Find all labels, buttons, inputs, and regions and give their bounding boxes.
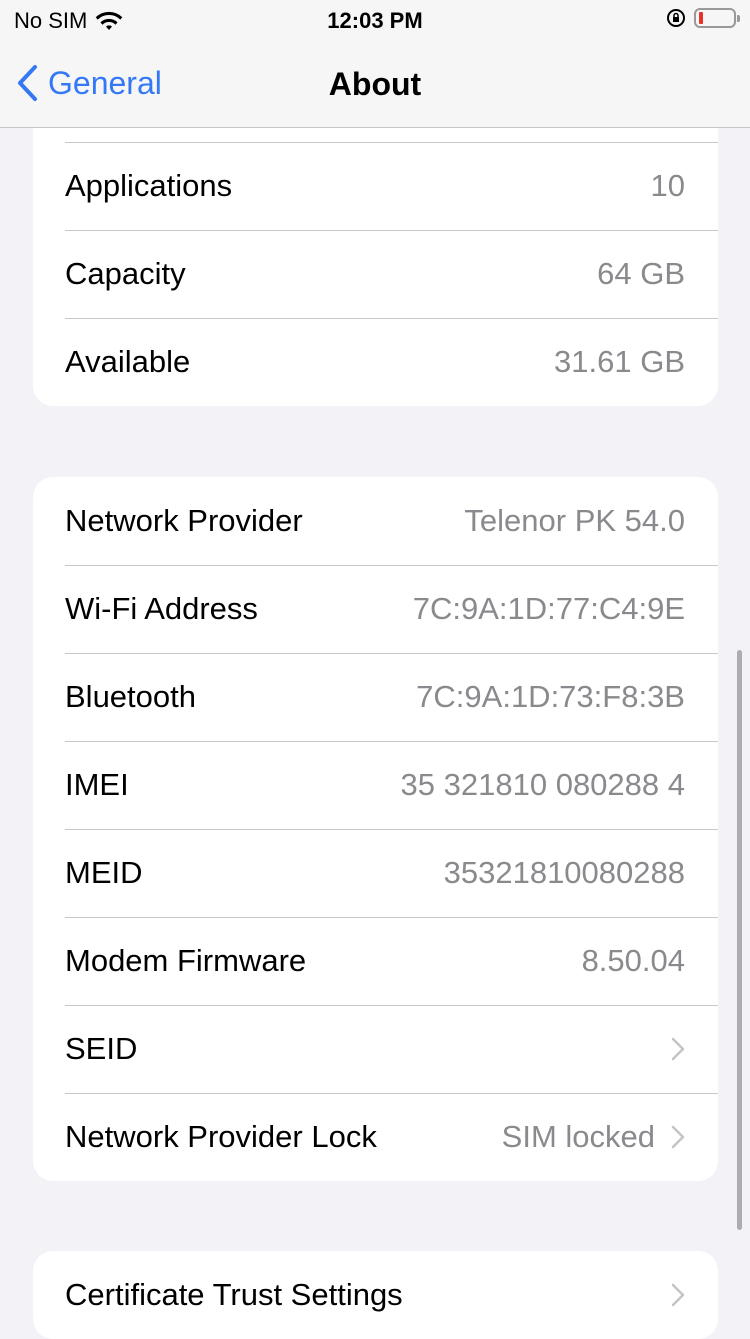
row-label: Certificate Trust Settings xyxy=(65,1277,403,1312)
row-modem-firmware: Modem Firmware 8.50.04 xyxy=(33,917,718,1005)
row-value: 35321810080288 xyxy=(443,855,685,890)
row-label: Network Provider xyxy=(65,503,303,538)
scrollbar[interactable] xyxy=(737,650,742,1230)
row-network-provider-lock[interactable]: Network Provider Lock SIM locked xyxy=(33,1093,718,1181)
chevron-right-icon xyxy=(671,1037,685,1061)
row-meid: MEID 35321810080288 xyxy=(33,829,718,917)
row-network-provider: Network Provider Telenor PK 54.0 xyxy=(33,477,718,565)
row-value: SIM locked xyxy=(501,1119,655,1154)
row-label: Bluetooth xyxy=(65,679,196,714)
row-label: Wi-Fi Address xyxy=(65,591,258,626)
orientation-lock-icon xyxy=(667,9,685,27)
chevron-right-icon xyxy=(671,1125,685,1149)
row-label: Modem Firmware xyxy=(65,943,307,978)
row-label: Capacity xyxy=(65,256,186,291)
row-capacity: Capacity 64 GB xyxy=(33,230,718,318)
row-seid[interactable]: SEID xyxy=(33,1005,718,1093)
row-wifi-address: Wi-Fi Address 7C:9A:1D:77:C4:9E xyxy=(33,565,718,653)
row-available: Available 31.61 GB xyxy=(33,318,718,406)
row-label: IMEI xyxy=(65,767,129,802)
row-label: SEID xyxy=(65,1031,138,1066)
row-bluetooth: Bluetooth 7C:9A:1D:73:F8:3B xyxy=(33,653,718,741)
row-value: 7C:9A:1D:77:C4:9E xyxy=(412,591,685,626)
row-label: MEID xyxy=(65,855,143,890)
battery-low-icon xyxy=(694,8,740,28)
row-value: Telenor PK 54.0 xyxy=(464,503,685,538)
row-value: 7C:9A:1D:73:F8:3B xyxy=(416,679,685,714)
row-certificate-trust-settings[interactable]: Certificate Trust Settings xyxy=(33,1251,718,1339)
row-label: Available xyxy=(65,344,191,379)
certificate-group: Certificate Trust Settings xyxy=(33,1251,718,1339)
page-title: About xyxy=(328,66,422,102)
network-group: Network Provider Telenor PK 54.0 Wi-Fi Ad… xyxy=(33,477,718,1181)
status-bar: No SIM 12:03 PM xyxy=(0,0,750,40)
row-applications: Applications 10 xyxy=(33,142,718,230)
clock: 12:03 PM xyxy=(327,8,423,33)
chevron-right-icon xyxy=(671,1283,685,1307)
row-value: 31.61 GB xyxy=(554,344,685,379)
row-value: 10 xyxy=(650,168,685,203)
row-value: 64 GB xyxy=(597,256,685,291)
row-imei: IMEI 35 321810 080288 4 xyxy=(33,741,718,829)
row-value: 35 321810 080288 4 xyxy=(400,767,685,802)
row-label: Applications xyxy=(65,168,233,203)
navigation-bar: General About xyxy=(0,40,750,128)
row-value: 8.50.04 xyxy=(581,943,685,978)
row-label: Network Provider Lock xyxy=(65,1119,377,1154)
